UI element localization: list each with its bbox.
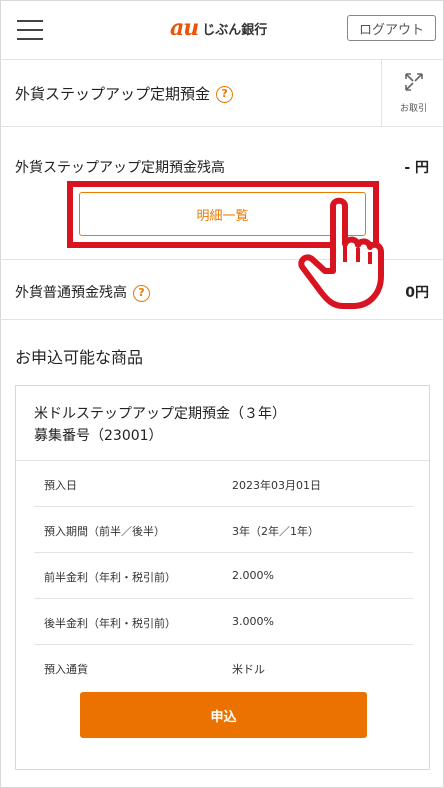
row-key: 預入日 xyxy=(44,479,77,492)
transaction-label: お取引 xyxy=(399,104,427,114)
account-title-row: 外貨ステップアップ定期預金? xyxy=(0,60,444,127)
logo-text: じぶん銀行 xyxy=(202,22,268,38)
menu-icon[interactable] xyxy=(17,17,43,43)
account-title: 外貨ステップアップ定期預金? xyxy=(15,83,234,104)
row-value: 米ドル xyxy=(232,663,265,676)
step-balance-value: - 円 xyxy=(404,160,429,176)
product-card: 米ドルステップアップ定期預金（３年） 募集番号（23001） 預入日 2023年… xyxy=(15,385,430,770)
product-campaign-number: 募集番号（23001） xyxy=(34,428,163,444)
row-value: 2.000% xyxy=(232,569,274,582)
step-balance-label: 外貨ステップアップ定期預金残高 xyxy=(15,160,225,176)
product-row: 前半金利（年利・税引前） 2.000% xyxy=(34,553,413,599)
product-title: 米ドルステップアップ定期預金（３年） 募集番号（23001） xyxy=(34,403,286,447)
row-key: 預入期間（前半／後半） xyxy=(44,525,165,538)
row-key: 後半金利（年利・税引前） xyxy=(44,617,176,630)
ordinary-balance-row: 外貨普通預金残高? 0円 xyxy=(0,260,444,320)
product-row: 預入期間（前半／後半） 3年（2年／1年） xyxy=(34,507,413,553)
product-row: 後半金利（年利・税引前） 3.000% xyxy=(34,599,413,645)
row-value: 2023年03月01日 xyxy=(232,479,321,492)
product-row: 預入日 2023年03月01日 xyxy=(34,461,413,507)
help-icon[interactable]: ? xyxy=(133,284,150,302)
logo-mark: au xyxy=(170,15,199,41)
logout-button[interactable]: ログアウト xyxy=(347,15,436,41)
help-icon[interactable]: ? xyxy=(216,86,234,103)
row-key: 預入通貨 xyxy=(44,663,88,676)
ordinary-balance-text: 外貨普通預金残高 xyxy=(15,285,127,301)
row-key: 前半金利（年利・税引前） xyxy=(44,571,176,584)
apply-button[interactable]: 申込 xyxy=(80,692,367,738)
account-title-text: 外貨ステップアップ定期預金 xyxy=(15,85,211,103)
ordinary-balance-label: 外貨普通預金残高? xyxy=(15,282,150,302)
ordinary-balance-value: 0円 xyxy=(405,285,429,301)
transfer-arrows-icon xyxy=(405,73,423,91)
row-value: 3.000% xyxy=(232,615,274,628)
product-row: 預入通貨 米ドル xyxy=(34,645,413,691)
row-value: 3年（2年／1年） xyxy=(232,525,319,538)
app-header: au じぶん銀行 ログアウト xyxy=(0,0,444,60)
brand-logo[interactable]: au じぶん銀行 xyxy=(170,15,268,41)
product-name: 米ドルステップアップ定期預金（３年） xyxy=(34,406,286,422)
transaction-button[interactable]: お取引 xyxy=(381,60,444,127)
products-section-title: お申込可能な商品 xyxy=(15,348,144,367)
